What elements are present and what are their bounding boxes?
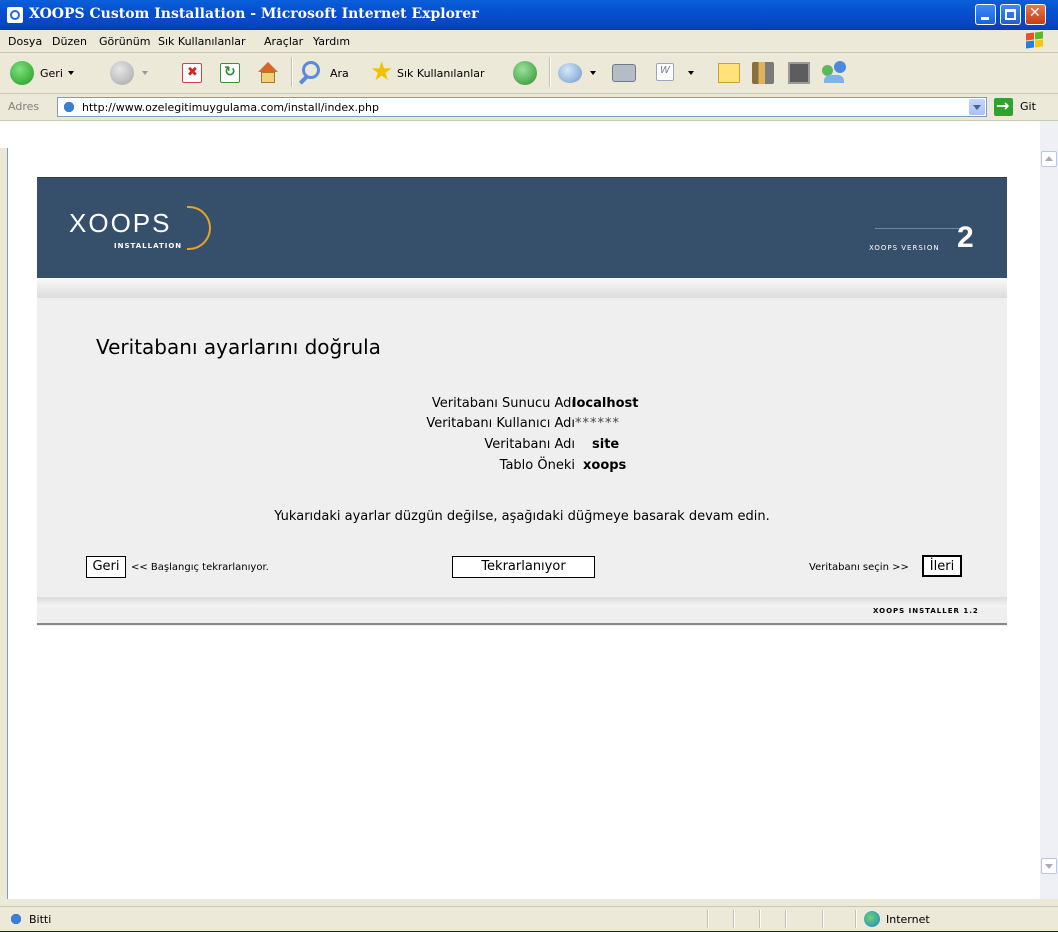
setting-row-dbname: Veritabanı Adı site (37, 437, 1007, 457)
installer-header: XOOPS INSTALLATION XOOPS VERSION 2 (37, 177, 1007, 279)
status-text: Bitti (29, 913, 52, 926)
edit-button[interactable]: W (656, 61, 696, 85)
page-icon (61, 99, 77, 115)
scroll-down-arrow-icon[interactable] (1041, 858, 1057, 874)
chevron-down-icon (688, 71, 694, 75)
toolbar: Geri ✖ ↻ Ara ★ Sık Kullanılanlar W (0, 53, 1058, 94)
window-title: XOOPS Custom Installation - Microsoft In… (29, 6, 479, 22)
scroll-up-arrow-icon[interactable] (1041, 151, 1057, 167)
instruction-note: Yukarıdaki ayarlar düzgün değilse, aşağı… (274, 509, 770, 524)
status-bar: Bitti Internet (0, 906, 1058, 932)
setting-value: site (592, 437, 620, 452)
forward-arrow-icon (110, 61, 134, 85)
vertical-scrollbar[interactable] (1040, 121, 1058, 899)
page-bottom-border (37, 623, 1007, 625)
mail-icon (558, 63, 582, 83)
address-label: Adres (8, 100, 40, 113)
next-page-button[interactable]: İleri (922, 555, 962, 577)
messenger-book-icon[interactable] (788, 62, 810, 84)
logo-arc-icon (187, 206, 211, 250)
maximize-button[interactable] (1000, 4, 1021, 25)
favorites-label: Sık Kullanılanlar (397, 67, 485, 80)
installer-page: XOOPS INSTALLATION XOOPS VERSION 2 Verit… (37, 177, 1007, 626)
page-title: Veritabanı ayarlarını doğrula (96, 335, 381, 359)
menu-item-favorites[interactable]: Sık Kullanılanlar (158, 35, 246, 48)
setting-label: Veritabanı Adı (484, 437, 575, 452)
version-label: XOOPS VERSION (869, 244, 940, 252)
browser-window: XOOPS Custom Installation - Microsoft In… (0, 0, 1058, 931)
setting-row-user: Veritabanı Kullanıcı Adı ****** (37, 416, 1007, 436)
version-number: 2 (957, 221, 974, 254)
chevron-down-icon (142, 71, 148, 75)
address-bar: Adres http://www.ozelegitimuygulama.com/… (0, 94, 1058, 121)
menu-item-help[interactable]: Yardım (313, 35, 350, 48)
mail-button[interactable] (558, 61, 598, 85)
research-icon[interactable] (752, 62, 774, 84)
back-page-text: << Başlangıç tekrarlanıyor. (131, 562, 269, 573)
content-top (0, 121, 1040, 148)
note-icon[interactable] (718, 63, 740, 83)
footer-strip (37, 597, 1007, 607)
setting-label: Veritabanı Sunucu Adı (431, 396, 575, 411)
title-bar[interactable]: XOOPS Custom Installation - Microsoft In… (0, 0, 1058, 30)
go-arrow-icon[interactable] (994, 96, 1013, 116)
setting-value: xoops (583, 458, 627, 473)
favorites-star-icon: ★ (370, 57, 394, 87)
go-label[interactable]: Git (1020, 100, 1036, 113)
installer-footer: XOOPS INSTALLER 1.2 (873, 607, 979, 615)
messenger-icon[interactable] (822, 61, 848, 85)
setting-value: localhost (572, 396, 639, 411)
next-page-text: Veritabanı seçin >> (809, 562, 909, 573)
print-icon[interactable] (612, 64, 636, 82)
search-button[interactable]: Ara (298, 61, 362, 85)
word-edit-icon: W (656, 63, 674, 81)
menu-item-view[interactable]: Görünüm (99, 35, 150, 48)
reload-button[interactable]: Tekrarlanıyor (452, 556, 595, 578)
back-arrow-icon (10, 61, 34, 85)
xoops-logo: XOOPS INSTALLATION (69, 206, 211, 250)
favorites-button[interactable]: ★ Sık Kullanılanlar (370, 57, 505, 87)
address-input[interactable]: http://www.ozelegitimuygulama.com/instal… (57, 97, 987, 117)
ie-icon (7, 7, 23, 23)
back-label: Geri (40, 67, 63, 80)
home-icon[interactable] (256, 62, 280, 84)
refresh-icon[interactable]: ↻ (220, 63, 240, 83)
chevron-down-icon (590, 71, 596, 75)
chevron-down-icon (68, 71, 74, 75)
close-button[interactable] (1025, 4, 1046, 25)
back-button[interactable]: Geri (10, 61, 100, 85)
page-viewport: XOOPS INSTALLATION XOOPS VERSION 2 Verit… (7, 148, 1041, 899)
stop-icon[interactable]: ✖ (182, 63, 202, 83)
security-zone-label: Internet (886, 913, 930, 926)
setting-label: Veritabanı Kullanıcı Adı (426, 416, 575, 431)
internet-zone-icon (864, 911, 880, 927)
setting-value: ****** (575, 416, 620, 431)
setting-label: Tablo Öneki (499, 458, 575, 473)
menu-item-edit[interactable]: Düzen (52, 35, 87, 48)
back-page-button[interactable]: Geri (86, 556, 126, 578)
menu-item-file[interactable]: Dosya (8, 35, 42, 48)
menu-item-tools[interactable]: Araçlar (264, 35, 303, 48)
setting-row-host: Veritabanı Sunucu Adı localhost (37, 396, 1007, 416)
minimize-button[interactable] (975, 4, 996, 25)
search-label: Ara (330, 67, 349, 80)
setting-row-prefix: Tablo Öneki xoops (37, 458, 1007, 478)
address-dropdown-button[interactable] (969, 99, 985, 115)
header-strip (37, 278, 1007, 298)
address-url: http://www.ozelegitimuygulama.com/instal… (82, 101, 379, 114)
windows-logo-icon (1024, 31, 1046, 50)
history-icon[interactable] (513, 61, 537, 85)
forward-button[interactable] (110, 61, 150, 85)
menu-bar: Dosya Düzen Görünüm Sık Kullanılanlar Ar… (0, 30, 1058, 53)
version-line (875, 228, 965, 229)
page-status-icon (8, 911, 24, 927)
